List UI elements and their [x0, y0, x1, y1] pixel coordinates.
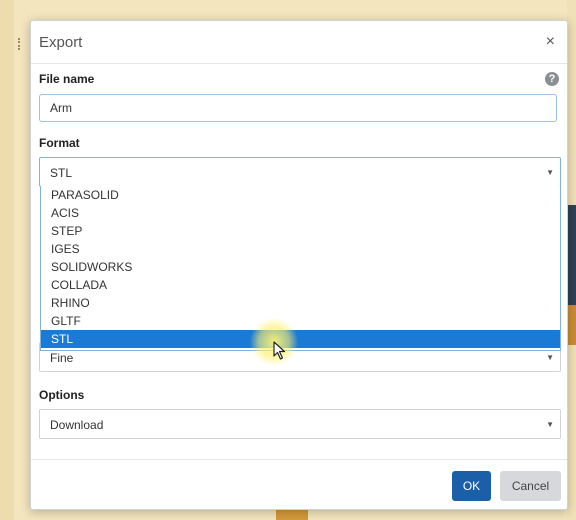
dialog-header: Export × [31, 21, 567, 64]
format-option-gltf[interactable]: GLTF [41, 312, 560, 330]
options-select[interactable]: Download ▼ [39, 409, 561, 439]
background-model-part [567, 305, 576, 345]
options-selected-value: Download [50, 418, 104, 432]
cancel-button[interactable]: Cancel [500, 471, 561, 501]
chevron-down-icon: ▼ [546, 168, 554, 177]
background-panel-left [0, 0, 14, 520]
format-selected-value: STL [50, 166, 73, 180]
format-option-collada[interactable]: COLLADA [41, 276, 560, 294]
format-option-rhino[interactable]: RHINO [41, 294, 560, 312]
quality-selected-value: Fine [50, 351, 74, 365]
file-name-label: File name [39, 72, 95, 86]
background-model-part [567, 205, 576, 305]
file-name-input[interactable] [39, 94, 557, 122]
close-icon[interactable]: × [546, 34, 555, 50]
format-option-step[interactable]: STEP [41, 222, 560, 240]
dialog-footer: OK Cancel [31, 459, 567, 510]
chevron-down-icon: ▼ [546, 353, 554, 362]
format-option-iges[interactable]: IGES [41, 240, 560, 258]
format-select[interactable]: STL ▼ [39, 157, 561, 187]
format-option-parasolid[interactable]: PARASOLID [41, 186, 560, 204]
format-option-stl[interactable]: STL [41, 330, 560, 348]
chevron-down-icon: ▼ [546, 420, 554, 429]
options-label: Options [39, 388, 85, 402]
export-dialog: Export × File name ? Format STL ▼ PARASO… [30, 20, 568, 510]
dialog-title: Export [39, 34, 83, 51]
format-option-acis[interactable]: ACIS [41, 204, 560, 222]
format-label: Format [39, 136, 80, 150]
help-icon[interactable]: ? [545, 72, 559, 86]
format-option-solidworks[interactable]: SOLIDWORKS [41, 258, 560, 276]
drag-grip-icon [18, 38, 24, 50]
format-dropdown-list: PARASOLID ACIS STEP IGES SOLIDWORKS COLL… [40, 186, 561, 351]
ok-button[interactable]: OK [452, 471, 491, 501]
